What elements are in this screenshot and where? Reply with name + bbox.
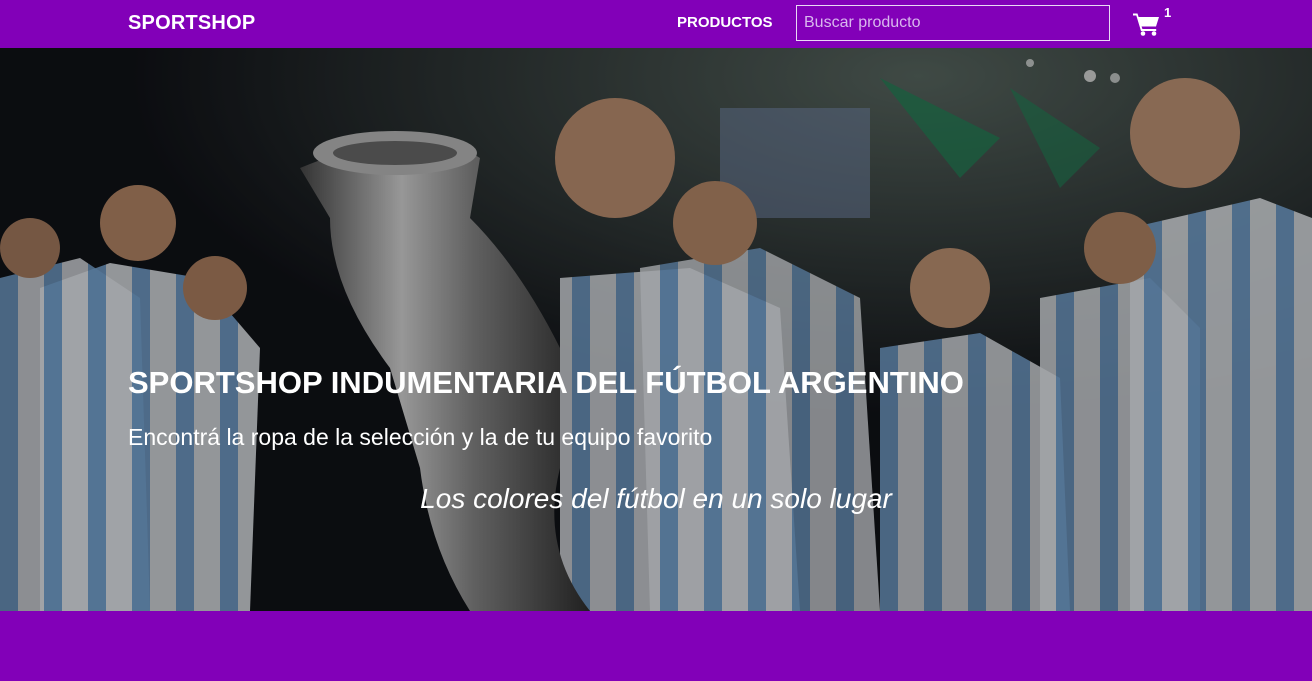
cart-button[interactable]: 1 — [1133, 5, 1173, 40]
hero-dark-overlay — [0, 48, 1312, 611]
nav-link-products[interactable]: PRODUCTOS — [677, 14, 773, 32]
search-input[interactable] — [796, 5, 1110, 41]
top-navbar: SPORTSHOP PRODUCTOS 1 — [0, 0, 1312, 48]
hero-subtitle: Encontrá la ropa de la selección y la de… — [128, 424, 713, 450]
hero-banner: SPORTSHOP INDUMENTARIA DEL FÚTBOL ARGENT… — [0, 48, 1312, 611]
shopping-cart-icon — [1133, 13, 1159, 36]
content-band — [0, 611, 1312, 681]
brand-logo-link[interactable]: SPORTSHOP — [128, 11, 255, 35]
cart-count-badge: 1 — [1164, 5, 1172, 20]
hero-title: SPORTSHOP INDUMENTARIA DEL FÚTBOL ARGENT… — [128, 365, 964, 400]
hero-tagline: Los colores del fútbol en un solo lugar — [420, 483, 892, 514]
